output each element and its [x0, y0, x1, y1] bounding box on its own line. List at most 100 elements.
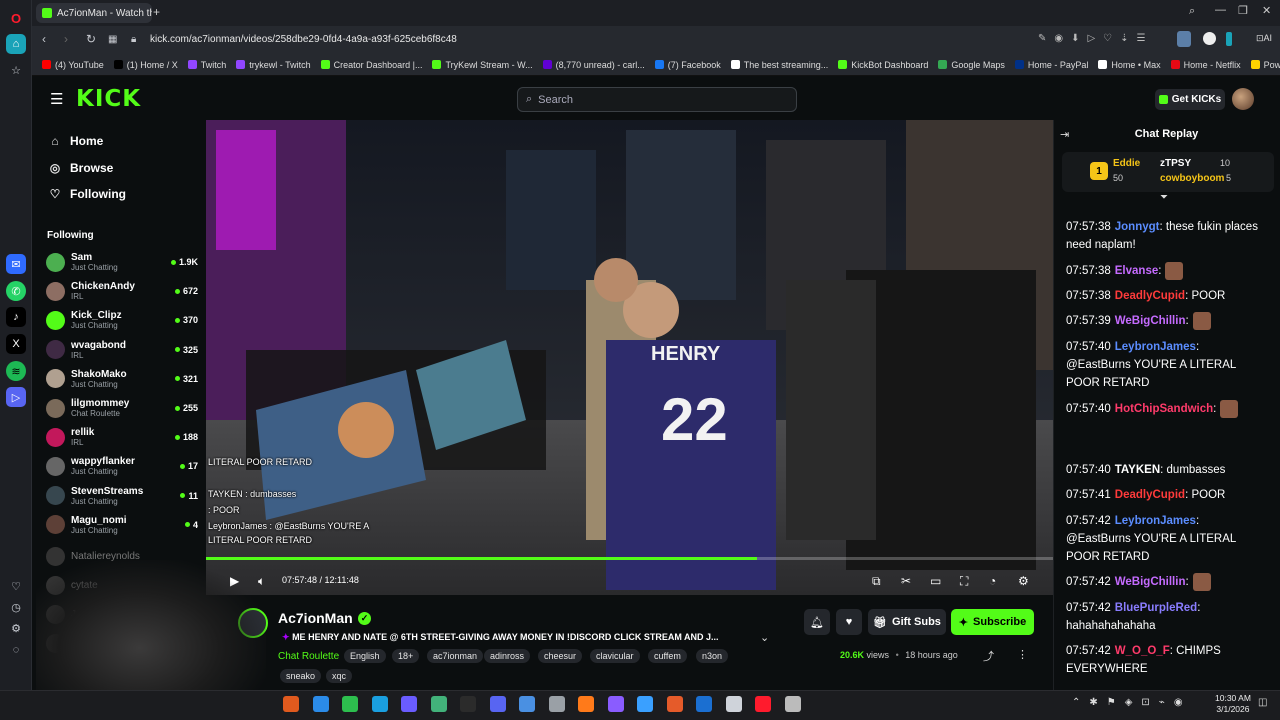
vlc-icon[interactable] [578, 696, 594, 712]
leader-name[interactable]: cowboyboom [1160, 173, 1224, 184]
sidebar-item-chickenandy[interactable]: ChickenAndy IRL 672 [46, 277, 198, 305]
tag[interactable]: cheesur [538, 649, 583, 663]
sidebar-item-browse[interactable]: ◎ Browse [48, 161, 114, 175]
chat-username[interactable]: LeybronJames [1115, 515, 1196, 527]
sidebar-item-following[interactable]: ♡ Following [48, 187, 126, 201]
sidebar-item-rellik[interactable]: rellik IRL 188 [46, 423, 198, 451]
miniplayer-icon[interactable]: ⧉ [872, 574, 881, 589]
tag[interactable]: clavicular [590, 649, 640, 663]
close-window-icon[interactable]: ✕ [1262, 4, 1271, 17]
tiktok-icon[interactable]: ♪ [6, 307, 26, 327]
theater-icon[interactable]: ▭ [930, 574, 941, 588]
chat-username[interactable]: HotChipSandwich [1115, 403, 1213, 415]
edge-icon[interactable] [371, 696, 388, 712]
history-icon[interactable]: ◷ [6, 597, 26, 617]
system-tray[interactable]: ⌃✱⚑◈⊡⌁◉ [1072, 697, 1192, 708]
notify-button[interactable]: 🔔︎ [804, 609, 830, 635]
sidebar-item-shakomako[interactable]: ShakoMako Just Chatting 321 [46, 365, 198, 393]
search-input[interactable]: ⌕ Search [517, 87, 797, 112]
bookmark-item[interactable]: The best streaming... [730, 60, 828, 70]
clock[interactable]: 10:30 AM 3/1/2026 [1215, 693, 1251, 715]
chat-username[interactable]: W_O_O_F [1115, 645, 1170, 657]
tag[interactable]: xqc [326, 669, 353, 683]
bookmark-item[interactable]: Home - PayPal [1014, 60, 1088, 70]
extension-icon[interactable] [1177, 31, 1191, 47]
forward-icon[interactable]: › [64, 32, 68, 46]
steam-icon[interactable] [696, 696, 712, 712]
settings-icon[interactable]: ⚙ [6, 618, 26, 638]
chat-username[interactable]: TAYKEN [1115, 464, 1160, 476]
search-tabs-icon[interactable]: ⌕ [1189, 5, 1195, 18]
bookmark-item[interactable]: (1) Home / X [113, 60, 178, 70]
gift-subs-button[interactable]: 🎁︎ Gift Subs [868, 609, 946, 635]
sidebar-item-lilgmommey[interactable]: lilgmommey Chat Roulette 255 [46, 394, 198, 422]
epic-icon[interactable] [725, 696, 742, 712]
tag[interactable]: cuffem [648, 649, 687, 663]
discord-icon[interactable] [489, 696, 506, 712]
sidebar-item-wappyflanker[interactable]: wappyflanker Just Chatting 17 [46, 452, 198, 480]
fullscreen-icon[interactable]: ⛶ [960, 574, 968, 589]
cloud-icon[interactable] [637, 696, 653, 712]
extension-icon[interactable] [1226, 32, 1232, 46]
tag[interactable]: English [344, 649, 386, 663]
minimize-icon[interactable]: — [1215, 4, 1226, 16]
tab-active[interactable]: Ac7ionMan - Watch the V [36, 3, 152, 23]
bookmark-item[interactable]: (8,770 unread) - carl... [542, 60, 645, 70]
expand-icon[interactable]: ⏷ [1160, 192, 1168, 203]
ai-button[interactable]: ⊡AI [1256, 33, 1272, 44]
chat-username[interactable]: WeBigChillin [1115, 315, 1186, 327]
workspace-home-icon[interactable]: ⌂ [6, 34, 26, 54]
opera-logo-icon[interactable]: O [6, 8, 26, 28]
play-icon[interactable] [401, 696, 417, 712]
kick-logo[interactable]: KICK [76, 86, 141, 112]
maximize-icon[interactable]: ❐ [1238, 4, 1248, 17]
leader-name[interactable]: Eddie [1113, 158, 1140, 169]
files-icon[interactable] [283, 696, 299, 712]
tag[interactable]: adinross [484, 649, 531, 663]
chrome-icon[interactable] [342, 696, 358, 712]
share-icon[interactable]: ⤴ [983, 648, 994, 664]
bookmark-item[interactable]: Home - Netflix [1170, 60, 1241, 70]
profile-icon[interactable] [1203, 32, 1216, 45]
bookmark-item[interactable]: KickBot Dashboard [838, 60, 928, 70]
chat-username[interactable]: LeybronJames [1115, 341, 1196, 353]
back-icon[interactable]: ‹ [42, 32, 46, 46]
chat-username[interactable]: Jonnygt [1115, 221, 1160, 233]
avatar[interactable] [1232, 88, 1254, 110]
address-bar-actions[interactable]: ✎◉⬇▷♡⇣☰ [1038, 33, 1153, 44]
bookmark-item[interactable]: (4) YouTube [42, 60, 104, 70]
messenger-icon[interactable]: ✉ [6, 254, 26, 274]
tag[interactable]: n3on [696, 649, 729, 663]
bookmark-item[interactable]: Google Maps [938, 60, 1005, 70]
chat-username[interactable]: Elvanse [1115, 265, 1158, 277]
bookmark-item[interactable]: Creator Dashboard |... [320, 60, 422, 70]
category-link[interactable]: Chat Roulette [278, 651, 339, 662]
streamer-name[interactable]: Ac7ionMan [278, 610, 353, 626]
url-field[interactable]: kick.com/ac7ionman/videos/258dbe29-0fd4-… [150, 34, 457, 45]
sidebar-item-home[interactable]: ⌂ Home [48, 134, 103, 148]
reload-icon[interactable]: ↻ [86, 32, 96, 46]
whatsapp-icon[interactable]: ✆ [6, 281, 26, 301]
chatgpt-icon[interactable] [548, 696, 565, 712]
chat-username[interactable]: DeadlyCupid [1115, 290, 1185, 302]
app-icon[interactable] [666, 696, 683, 712]
sidebar-item-wvagabond[interactable]: wvagabond IRL 325 [46, 336, 198, 364]
bookmark-item[interactable]: TryKewl Stream - W... [432, 60, 533, 70]
bookmark-item[interactable]: trykewl - Twitch [236, 60, 311, 70]
chevron-down-icon[interactable]: ⌄ [760, 631, 769, 644]
player-icon[interactable]: ▷ [6, 387, 26, 407]
spotify-icon[interactable]: ≋ [6, 361, 26, 381]
heart-icon[interactable]: ♡ [6, 576, 26, 596]
sidebar-item-magu_nomi[interactable]: Magu_nomi Just Chatting 4 [46, 511, 198, 539]
subscribe-button[interactable]: ✦ Subscribe [951, 609, 1034, 635]
more-options-icon[interactable]: ⋮ [1017, 648, 1028, 661]
clip-icon[interactable]: ✂ [901, 574, 911, 588]
settings-icon[interactable] [784, 696, 801, 712]
tag[interactable]: sneako [280, 669, 322, 683]
sidebar-item-stevenstreams[interactable]: StevenStreams Just Chatting 11 [46, 482, 198, 510]
bookmark-item[interactable]: Powerchat [1250, 60, 1280, 70]
obs-icon[interactable] [460, 696, 476, 712]
leader-name[interactable]: zTPSY [1160, 158, 1191, 169]
menu-icon[interactable]: ☰ [50, 90, 63, 108]
game-icon[interactable] [607, 696, 624, 712]
